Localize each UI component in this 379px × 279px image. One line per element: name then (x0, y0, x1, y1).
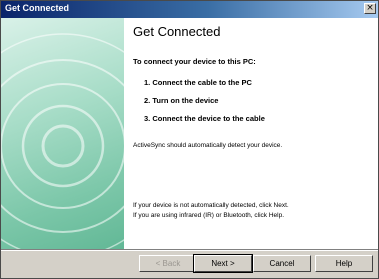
title-bar[interactable]: Get Connected × (1, 1, 378, 18)
help-note: If your device is not automatically dete… (133, 201, 289, 221)
window-title: Get Connected (5, 3, 70, 13)
steps-list: 1. Connect the cable to the PC 2. Turn o… (144, 78, 265, 132)
next-button[interactable]: Next > (193, 254, 253, 273)
auto-detect-text: ActiveSync should automatically detect y… (133, 142, 283, 149)
intro-text: To connect your device to this PC: (133, 57, 256, 66)
help-button[interactable]: Help (315, 255, 373, 272)
help-note-line-2: If you are using infrared (IR) or Blueto… (133, 212, 285, 219)
back-button[interactable]: < Back (139, 255, 197, 272)
wizard-content-pane: Get Connected To connect your device to … (124, 18, 378, 249)
cancel-button[interactable]: Cancel (253, 255, 311, 272)
close-button[interactable]: × (364, 3, 376, 14)
help-note-line-1: If your device is not automatically dete… (133, 202, 289, 209)
concentric-circles-graphic (1, 33, 124, 249)
step-connect-cable: 1. Connect the cable to the PC (144, 78, 252, 87)
get-connected-dialog: Get Connected × Get Connected To connect… (0, 0, 379, 279)
step-turn-on-device: 2. Turn on the device (144, 96, 219, 105)
page-heading: Get Connected (133, 24, 221, 39)
button-separator (1, 249, 378, 251)
wizard-banner-image (1, 18, 124, 249)
step-connect-device: 3. Connect the device to the cable (144, 114, 265, 123)
close-icon: × (366, 3, 374, 13)
